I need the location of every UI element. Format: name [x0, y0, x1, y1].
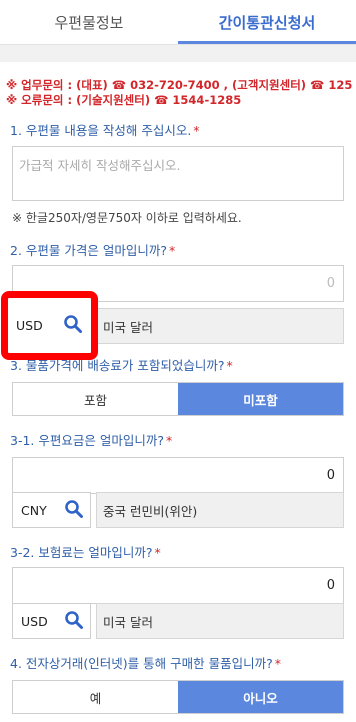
shipping-included-option[interactable]: 포함 [13, 383, 178, 415]
contents-textarea[interactable]: 가급적 자세히 작성해주십시오. [12, 146, 344, 201]
ecommerce-yes-option[interactable]: 예 [13, 681, 178, 713]
contact-notice: ※ 업무문의 : (대표) ☎ 032-720-7400 , (고객지원센터) … [6, 78, 352, 108]
ecommerce-no-option[interactable]: 아니오 [178, 681, 343, 713]
question-contents-label: 1. 우편물 내용을 작성해 주십시오. [10, 123, 192, 138]
question-shipping-included-label: 3. 물품가격에 배송료가 포함되었습니까? [10, 358, 225, 373]
question-ecommerce-label: 4. 전자상거래(인터넷)를 통해 구매한 물품입니까? [10, 656, 273, 671]
notice-line-business: ※ 업무문의 : (대표) ☎ 032-720-7400 , (고객지원센터) … [6, 78, 353, 92]
required-mark: * [274, 656, 281, 671]
required-mark: * [226, 358, 233, 373]
question-contents: 1. 우편물 내용을 작성해 주십시오. * [10, 120, 200, 139]
postage-input[interactable]: 0 [12, 457, 344, 494]
currency-code: USD [16, 318, 43, 333]
contents-placeholder: 가급적 자세히 작성해주십시오. [19, 158, 181, 173]
search-icon[interactable] [63, 314, 83, 338]
tab-simple-customs-form[interactable]: 간이통관신청서 [178, 0, 356, 44]
question-postage-label: 3-1. 우편요금은 얼마입니까? [10, 433, 164, 448]
tab-bar: 우편물정보 간이통관신청서 [0, 0, 356, 44]
tab-postal-info[interactable]: 우편물정보 [0, 0, 178, 44]
required-mark: * [165, 433, 173, 448]
item-price-currency-name: 미국 달러 [96, 308, 344, 344]
insurance-currency-row: USD 미국 달러 [12, 603, 344, 639]
insurance-currency-name: 미국 달러 [96, 603, 344, 639]
ecommerce-toggle: 예 아니오 [12, 680, 344, 714]
postage-currency-select[interactable]: CNY [12, 492, 91, 528]
question-insurance-label: 3-2. 보험료는 얼마입니까? [10, 545, 153, 560]
question-ecommerce: 4. 전자상거래(인터넷)를 통해 구매한 물품입니까? * [10, 653, 281, 672]
contents-length-hint: ※ 한글250자/영문750자 이하로 입력하세요. [12, 211, 242, 225]
required-mark: * [154, 545, 161, 560]
required-mark: * [193, 123, 200, 138]
currency-code: USD [21, 613, 48, 629]
shipping-included-toggle: 포함 미포함 [12, 382, 344, 416]
question-item-price: 2. 우편물 가격은 얼마입니까? * [10, 240, 175, 259]
required-mark: * [168, 243, 176, 258]
currency-select-highlight[interactable]: USD [1, 291, 98, 360]
postage-currency-name: 중국 런민비(위안) [96, 492, 344, 528]
insurance-currency-select[interactable]: USD [12, 603, 91, 639]
notice-line-error: ※ 오류문의 : (기술지원센터) ☎ 1544-1285 [6, 93, 242, 107]
tab-divider [0, 44, 356, 62]
question-postage: 3-1. 우편요금은 얼마입니까? * [10, 430, 172, 449]
insurance-input[interactable]: 0 [12, 567, 344, 604]
question-item-price-label: 2. 우편물 가격은 얼마입니까? [10, 243, 167, 258]
question-insurance: 3-2. 보험료는 얼마입니까? * [10, 542, 161, 561]
search-icon[interactable] [64, 499, 84, 522]
shipping-not-included-option[interactable]: 미포함 [178, 383, 343, 415]
currency-code: CNY [21, 502, 47, 518]
postage-currency-row: CNY 중국 런민비(위안) [12, 492, 344, 528]
search-icon[interactable] [64, 610, 84, 633]
